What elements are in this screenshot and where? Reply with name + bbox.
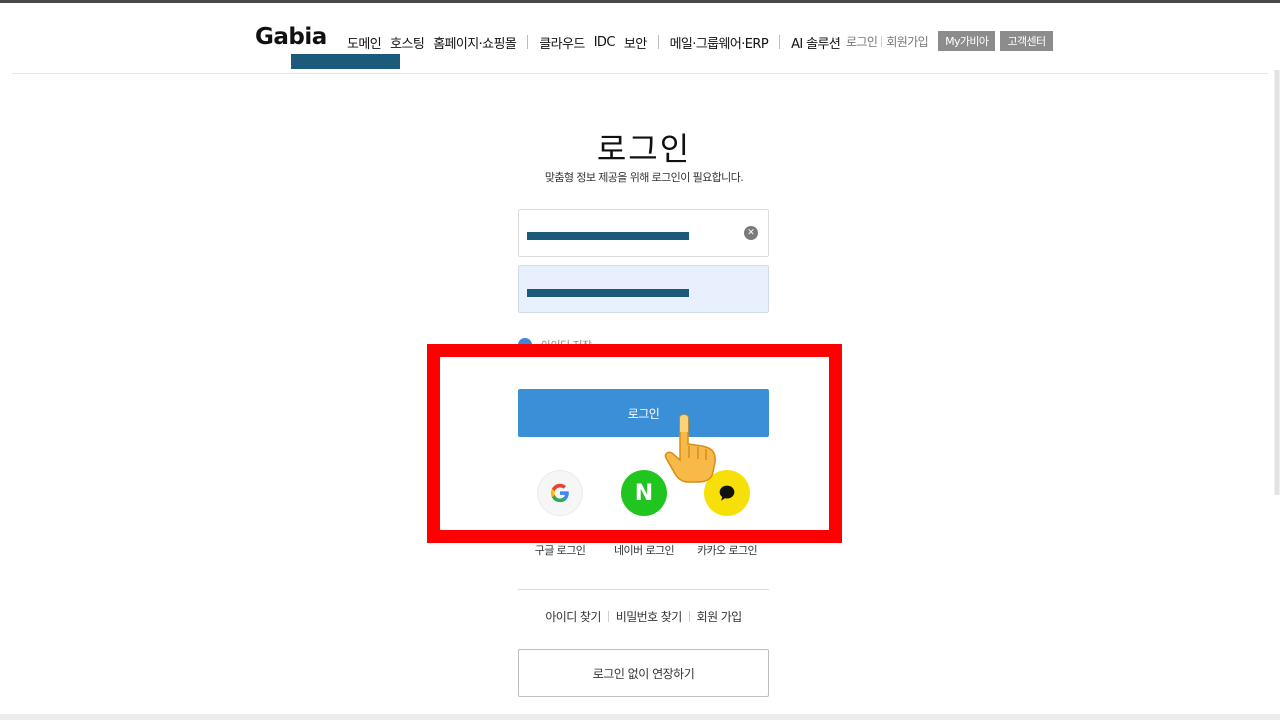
id-field[interactable]: ✕ bbox=[518, 209, 769, 257]
nav-separator bbox=[527, 35, 529, 49]
google-icon bbox=[550, 483, 569, 503]
link-separator bbox=[607, 610, 609, 622]
remember-id-label: 아이디 저장 bbox=[541, 339, 592, 352]
find-id-link[interactable]: 아이디 찾기 bbox=[545, 608, 601, 625]
nav-item-6[interactable]: 보안 bbox=[624, 33, 647, 52]
util-login-link[interactable]: 로그인 bbox=[846, 33, 878, 50]
nav-item-8[interactable]: AI 솔루션 bbox=[791, 33, 841, 52]
my-gabia-button[interactable]: My가비아 bbox=[938, 31, 996, 51]
find-password-link[interactable]: 비밀번호 찾기 bbox=[616, 608, 682, 625]
link-separator bbox=[688, 610, 690, 622]
nav-separator bbox=[657, 35, 659, 49]
support-center-button[interactable]: 고객센터 bbox=[1000, 31, 1053, 51]
close-icon[interactable]: ✕ bbox=[744, 226, 758, 240]
pointing-hand-icon bbox=[664, 414, 716, 483]
page-title: 로그인 bbox=[596, 130, 692, 168]
nav-item-1[interactable]: 도메인 bbox=[347, 33, 382, 52]
nav-item-7[interactable]: 메일·그룹웨어·ERP bbox=[670, 33, 769, 52]
page-scrollbar[interactable] bbox=[1274, 70, 1280, 495]
id-input[interactable] bbox=[519, 210, 768, 256]
redaction-bar bbox=[291, 54, 400, 69]
nav-separator bbox=[779, 35, 781, 49]
header-divider bbox=[12, 73, 1268, 74]
horizontal-scrollbar[interactable] bbox=[0, 714, 1280, 720]
nav-item-4[interactable]: 클라우드 bbox=[539, 33, 585, 52]
checkbox-checked-icon[interactable] bbox=[518, 338, 532, 352]
util-separator bbox=[881, 35, 883, 47]
main-nav: 도메인 호스팅 홈페이지·쇼핑몰 클라우드 IDC 보안 메일·그룹웨어·ERP AI 솔루션 bbox=[347, 32, 849, 52]
login-button[interactable]: 로그인 bbox=[518, 389, 769, 437]
scrollbar-thumb[interactable] bbox=[1275, 70, 1279, 495]
gabia-logo[interactable]: Gabia bbox=[255, 24, 327, 50]
signup-link[interactable]: 회원 가입 bbox=[697, 608, 743, 625]
google-login-button[interactable] bbox=[537, 470, 583, 516]
nav-item-3[interactable]: 홈페이지·쇼핑몰 bbox=[433, 33, 517, 52]
naver-icon: N bbox=[634, 480, 654, 506]
remember-id-checkbox[interactable]: 아이디 저장 bbox=[518, 338, 592, 352]
password-input[interactable] bbox=[519, 266, 768, 312]
util-signup-link[interactable]: 회원가입 bbox=[886, 33, 928, 50]
section-divider bbox=[518, 589, 769, 590]
top-border bbox=[0, 0, 1280, 3]
nav-item-5[interactable]: IDC bbox=[594, 35, 616, 50]
extend-without-login-button[interactable]: 로그인 없이 연장하기 bbox=[518, 649, 769, 697]
password-field[interactable] bbox=[518, 265, 769, 313]
nav-item-2[interactable]: 호스팅 bbox=[390, 33, 425, 52]
account-links: 아이디 찾기 비밀번호 찾기 회원 가입 bbox=[518, 607, 769, 625]
google-login[interactable]: 구글 로그인 bbox=[525, 470, 595, 557]
kakao-login-label[interactable]: 카카오 로그인 bbox=[672, 542, 782, 558]
page-subtitle: 맞춤형 정보 제공을 위해 로그인이 필요합니다. bbox=[544, 171, 744, 184]
utility-nav: 로그인 회원가입 My가비아 고객센터 bbox=[846, 31, 1053, 51]
chat-bubble-icon bbox=[719, 485, 735, 501]
